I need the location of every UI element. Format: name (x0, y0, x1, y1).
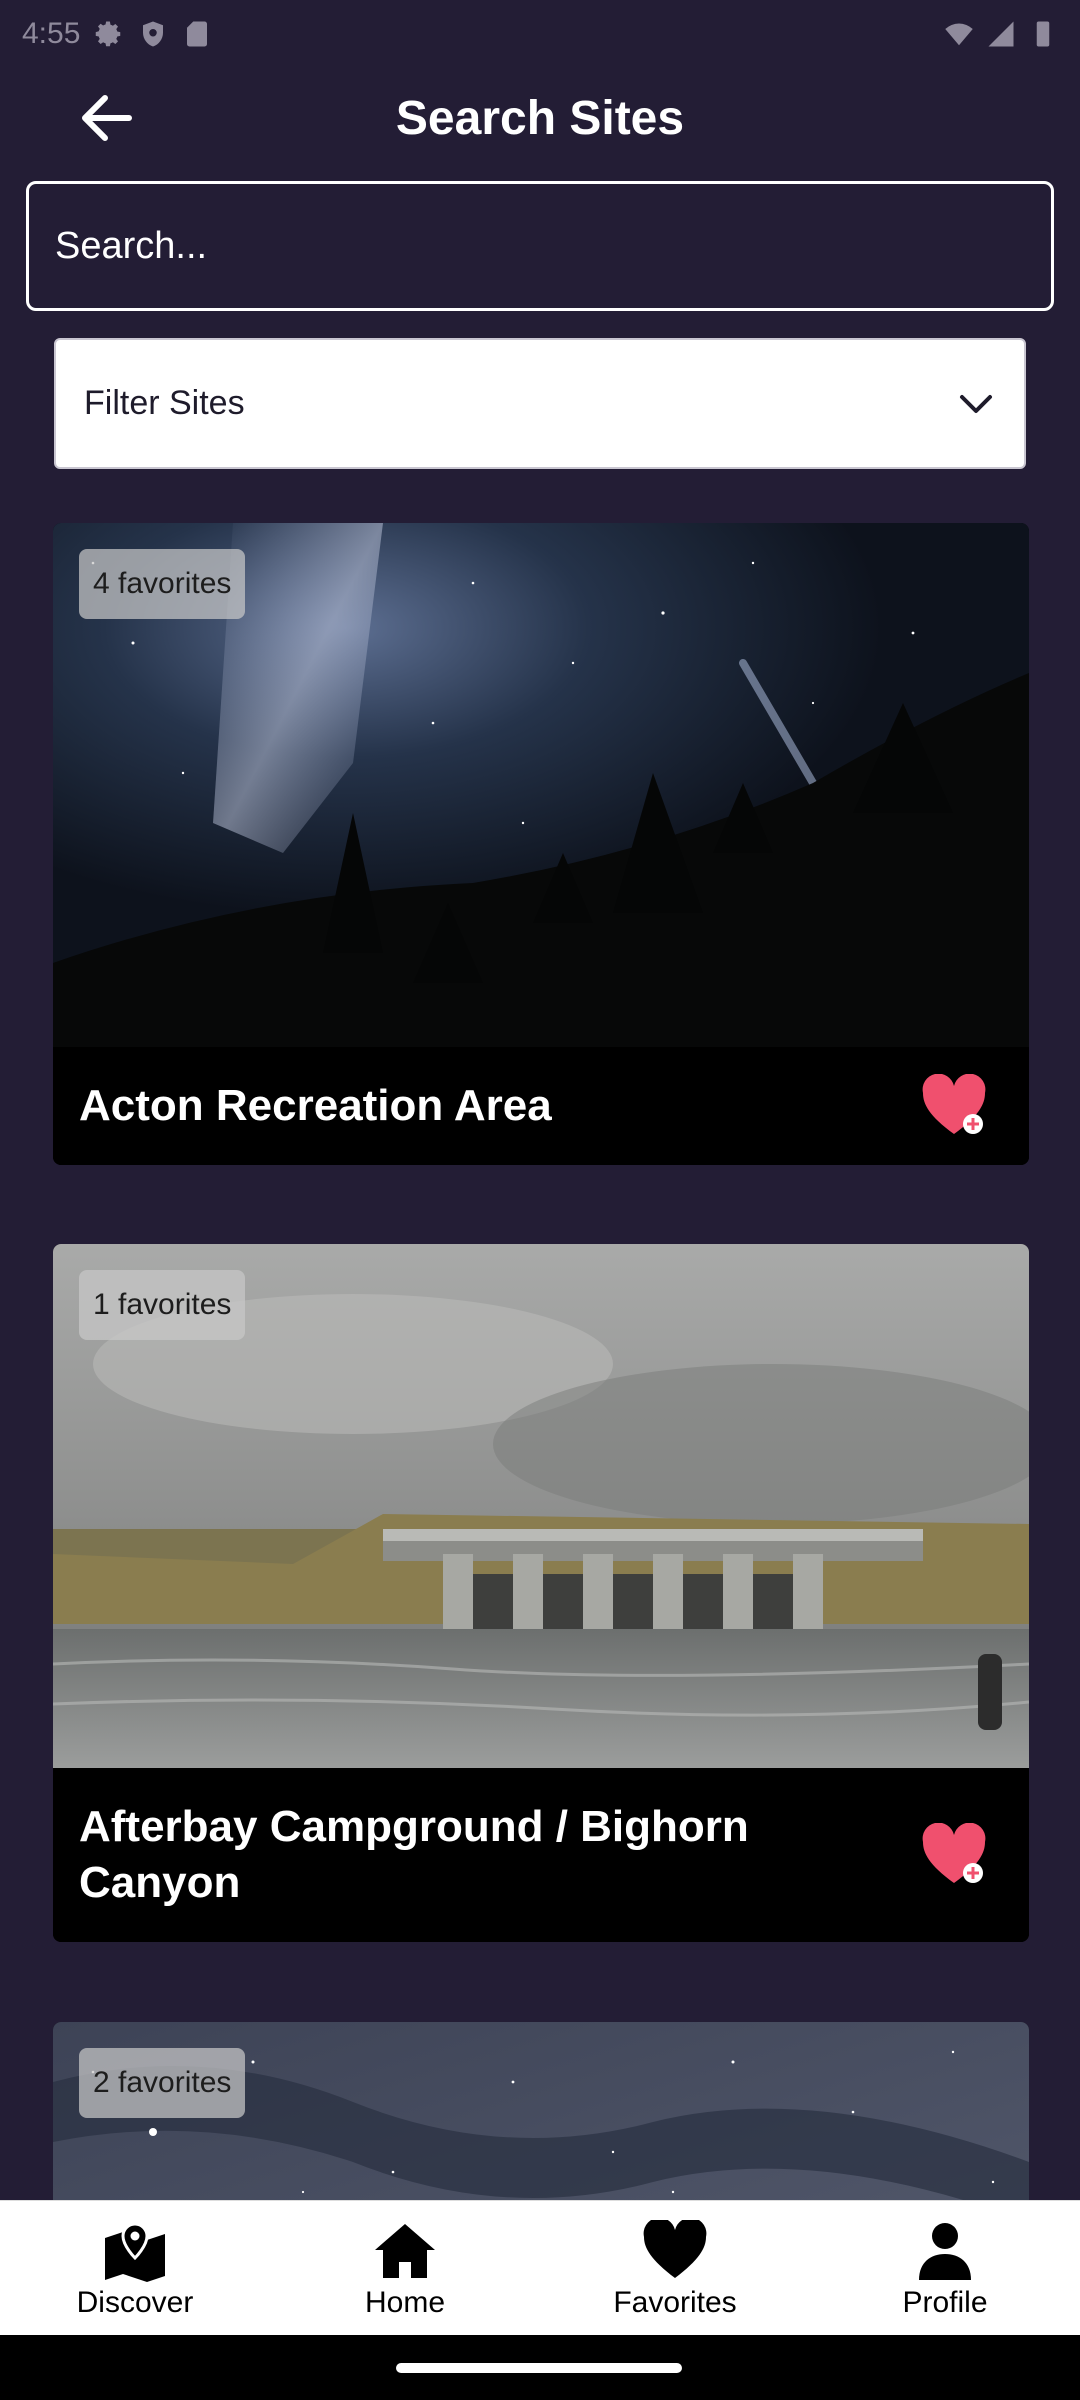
chevron-down-icon (960, 394, 992, 413)
arrow-left-icon (82, 95, 132, 141)
nav-home-label: Home (364, 2286, 446, 2319)
nav-profile[interactable]: Profile (810, 2201, 1080, 2335)
site-card[interactable]: 1 favorites Afterbay Campground / Bighor… (53, 1244, 1029, 1942)
home-gesture-bar[interactable] (396, 2363, 682, 2373)
site-title: Afterbay Campground / Bighorn Canyon (79, 1802, 749, 1907)
filter-label: Filter Sites (84, 384, 245, 422)
battery-icon (1036, 21, 1050, 47)
status-time: 4:55 (22, 17, 81, 50)
shield-icon (143, 21, 164, 47)
filter-sites-dropdown[interactable]: Filter Sites (54, 338, 1026, 469)
settings-gear-icon (96, 21, 121, 47)
nav-home[interactable]: Home (270, 2201, 540, 2335)
site-card[interactable]: 4 favorites Acton Recreation Area (53, 523, 1029, 1165)
favorites-count-badge: 4 favorites (79, 549, 246, 619)
signal-icon (988, 21, 1014, 47)
back-button[interactable] (60, 86, 150, 150)
site-title: Acton Recreation Area (79, 1081, 552, 1130)
favorites-count-badge: 2 favorites (79, 2048, 246, 2118)
add-favorite-button[interactable] (919, 1071, 989, 1141)
nav-favorites-label: Favorites (613, 2286, 737, 2319)
nav-favorites[interactable]: Favorites (540, 2201, 810, 2335)
page-title: Search Sites (395, 91, 685, 145)
nav-discover[interactable]: Discover (0, 2201, 270, 2335)
bottom-navigation: Discover Home Favorites Profile (0, 2200, 1080, 2335)
sd-card-icon (187, 21, 208, 47)
site-card-footer: Afterbay Campground / Bighorn Canyon (53, 1768, 1029, 1942)
heart-plus-icon (922, 1074, 986, 1134)
app-header: Search Sites (0, 68, 1080, 168)
status-bar: 4:55 (0, 0, 1080, 68)
person-icon (919, 2223, 971, 2280)
nav-discover-label: Discover (76, 2286, 194, 2319)
site-card-footer: Acton Recreation Area (53, 1047, 1029, 1165)
heart-plus-icon (922, 1823, 986, 1883)
system-gesture-area (0, 2335, 1080, 2400)
search-input[interactable] (55, 224, 1051, 268)
favorites-count-badge: 1 favorites (79, 1270, 246, 1340)
heart-icon (643, 2220, 707, 2278)
add-favorite-button[interactable] (919, 1820, 989, 1890)
search-field[interactable] (26, 181, 1054, 311)
site-list[interactable]: 4 favorites Acton Recreation Area 1 favo… (0, 520, 1080, 2200)
home-icon (375, 2224, 435, 2278)
wifi-icon (945, 23, 973, 46)
site-card[interactable]: 2 favorites (53, 2022, 1029, 2200)
map-pin-icon (105, 2222, 165, 2282)
nav-profile-label: Profile (902, 2286, 988, 2319)
